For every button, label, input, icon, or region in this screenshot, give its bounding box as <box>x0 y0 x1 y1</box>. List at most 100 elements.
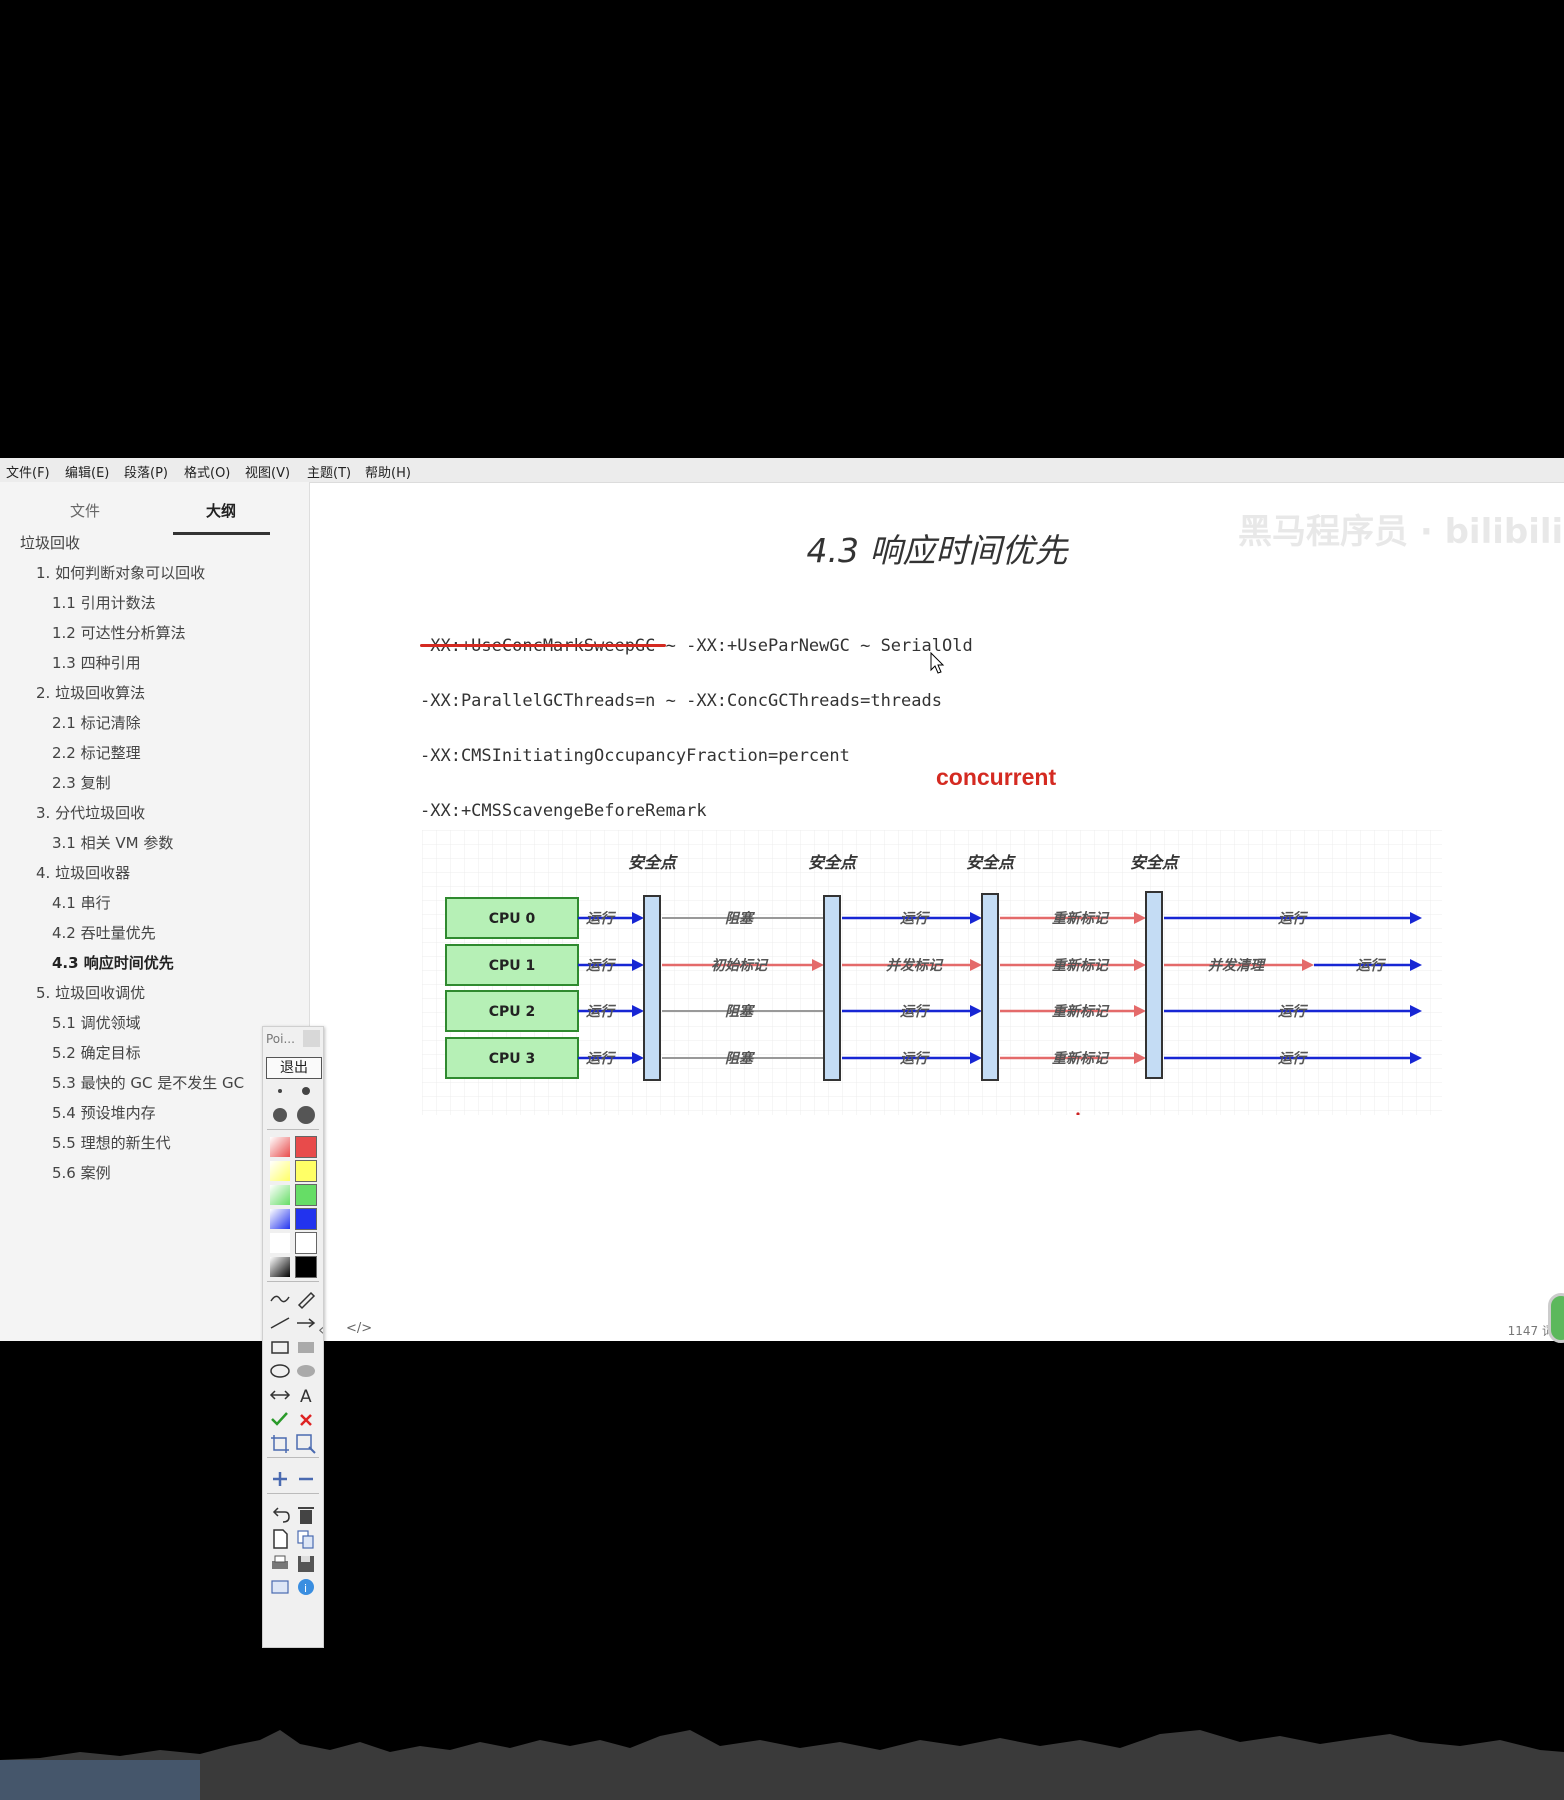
outline-item[interactable]: 4.1 串行 <box>52 892 111 913</box>
check-icon[interactable] <box>267 1407 293 1431</box>
trash-icon[interactable] <box>293 1503 319 1527</box>
blocked-line-label: 阻塞 <box>725 1003 756 1020</box>
outline-item[interactable]: 2. 垃圾回收算法 <box>36 682 145 703</box>
info-icon[interactable]: i <box>293 1575 319 1599</box>
safepoint-label: 安全点 <box>966 853 1016 872</box>
zoom-icon[interactable] <box>293 1431 319 1455</box>
mouse-cursor-icon <box>930 652 945 674</box>
outline-item[interactable]: 5.1 调优领域 <box>52 1012 141 1033</box>
cpu-label: CPU 0 <box>489 911 536 927</box>
outline-item[interactable]: 5.3 最快的 GC 是不发生 GC <box>52 1072 244 1093</box>
run-arrow-label: 运行 <box>900 1003 931 1020</box>
tab-outline[interactable]: 大纲 <box>206 500 236 521</box>
palette-title: Poi... <box>266 1032 295 1046</box>
outline-item[interactable]: 1.3 四种引用 <box>52 652 141 673</box>
screen-icon[interactable] <box>267 1575 293 1599</box>
plus-icon[interactable] <box>267 1467 293 1491</box>
dot-large-icon[interactable] <box>267 1103 293 1127</box>
run-arrow-label: 运行 <box>586 1050 617 1067</box>
cpu-label: CPU 2 <box>489 1004 536 1020</box>
text-icon[interactable]: A <box>293 1383 319 1407</box>
color-swatch[interactable] <box>267 1231 293 1255</box>
cpu-label: CPU 1 <box>489 958 536 974</box>
color-swatch[interactable] <box>267 1255 293 1279</box>
blocked-line-label: 阻塞 <box>725 1050 756 1067</box>
filled-ellipse-icon[interactable] <box>293 1359 319 1383</box>
run-arrow-label: 运行 <box>1278 1003 1309 1020</box>
active-tab-indicator <box>173 532 270 535</box>
color-swatch[interactable] <box>267 1207 293 1231</box>
save-icon[interactable] <box>293 1551 319 1575</box>
print-icon[interactable] <box>267 1551 293 1575</box>
palette-divider <box>267 1457 319 1458</box>
gc-arrow-label: 重新标记 <box>1052 910 1110 927</box>
color-swatch[interactable] <box>267 1183 293 1207</box>
audio-waveform <box>0 1730 1564 1800</box>
floating-handle[interactable] <box>1548 1293 1564 1343</box>
outline-item[interactable]: 5. 垃圾回收调优 <box>36 982 145 1003</box>
double-arrow-icon[interactable] <box>267 1383 293 1407</box>
run-arrow-label: 运行 <box>1278 910 1309 927</box>
outline-item[interactable]: 4. 垃圾回收器 <box>36 862 130 883</box>
outline-item-active[interactable]: 4.3 响应时间优先 <box>52 952 174 973</box>
cross-icon[interactable] <box>293 1407 319 1431</box>
run-arrow-label: 运行 <box>900 1050 931 1067</box>
menu-item-3[interactable]: 格式(O) <box>184 462 230 481</box>
safepoint-bar <box>981 893 999 1081</box>
gc-arrow-label: 并发清理 <box>1208 957 1266 974</box>
gc-arrow-label: 初始标记 <box>711 957 769 974</box>
run-arrow-label: 运行 <box>1356 957 1387 974</box>
menu-bar: 文件(F) 编辑(E) 段落(P) 格式(O) 视图(V) 主题(T) 帮助(H) <box>0 458 1564 483</box>
red-underline-mark <box>420 644 666 647</box>
outline-item[interactable]: 5.2 确定目标 <box>52 1042 141 1063</box>
menu-item-0[interactable]: 文件(F) <box>6 462 50 481</box>
concurrent-annotation: concurrent <box>936 764 1057 790</box>
outline-item[interactable]: 5.5 理想的新生代 <box>52 1132 171 1153</box>
dot-small-icon[interactable] <box>267 1079 293 1103</box>
status-bar: ‹ </> 1147 词 <box>310 1320 1564 1342</box>
cms-gc-diagram: 安全点 安全点 安全点 安全点CPU 0CPU 1CPU 2CPU 3运行运行运行运行… <box>422 830 1442 1115</box>
menu-item-4[interactable]: 视图(V) <box>245 462 290 481</box>
color-swatch[interactable] <box>267 1135 293 1159</box>
outline-item[interactable]: 3.1 相关 VM 参数 <box>52 832 173 853</box>
outline-item[interactable]: 1. 如何判断对象可以回收 <box>36 562 205 583</box>
new-page-icon[interactable] <box>267 1527 293 1551</box>
menu-item-2[interactable]: 段落(P) <box>124 462 168 481</box>
outline-item[interactable]: 5.6 案例 <box>52 1162 111 1183</box>
ellipse-icon[interactable] <box>267 1359 293 1383</box>
line-icon[interactable] <box>267 1311 293 1335</box>
crop-icon[interactable] <box>267 1431 293 1455</box>
undo-icon[interactable] <box>267 1503 293 1527</box>
outline-item[interactable]: 2.3 复制 <box>52 772 111 793</box>
outline-item[interactable]: 2.2 标记整理 <box>52 742 141 763</box>
sidebar-toggle-button[interactable]: ‹ <box>318 1320 324 1339</box>
outline-item[interactable]: 1.1 引用计数法 <box>52 592 156 613</box>
copy-icon[interactable] <box>293 1527 319 1551</box>
menu-item-6[interactable]: 帮助(H) <box>365 462 411 481</box>
outline-item[interactable]: 1.2 可达性分析算法 <box>52 622 186 643</box>
outline-item[interactable]: 垃圾回收 <box>20 532 80 553</box>
menu-item-5[interactable]: 主题(T) <box>307 462 351 481</box>
freehand-icon[interactable] <box>267 1287 293 1311</box>
outline-item[interactable]: 2.1 标记清除 <box>52 712 141 733</box>
code-line-2: -XX:ParallelGCThreads=n ~ -XX:ConcGCThre… <box>420 691 942 711</box>
gc-arrow-label: 并发标记 <box>886 957 944 974</box>
outline-item[interactable]: 4.2 吞吐量优先 <box>52 922 156 943</box>
menu-item-1[interactable]: 编辑(E) <box>65 462 109 481</box>
safepoint-label: 安全点 <box>1130 853 1180 872</box>
run-arrow-label: 运行 <box>900 910 931 927</box>
safepoint-label: 安全点 <box>628 853 678 872</box>
run-arrow-label: 运行 <box>586 1003 617 1020</box>
rectangle-icon[interactable] <box>267 1335 293 1359</box>
color-swatch[interactable] <box>267 1159 293 1183</box>
typora-window: 文件(F) 编辑(E) 段落(P) 格式(O) 视图(V) 主题(T) 帮助(H) 文件 大… <box>0 458 1564 1648</box>
run-arrow-label: 运行 <box>1278 1050 1309 1067</box>
outline-item[interactable]: 3. 分代垃圾回收 <box>36 802 145 823</box>
outline-item[interactable]: 5.4 预设堆内存 <box>52 1102 156 1123</box>
palette-divider <box>267 1493 319 1494</box>
source-mode-button[interactable]: </> <box>346 1321 372 1336</box>
cpu-label: CPU 3 <box>489 1051 536 1067</box>
run-arrow-label: 运行 <box>586 910 617 927</box>
minus-icon[interactable] <box>293 1467 319 1491</box>
tab-files[interactable]: 文件 <box>70 500 100 521</box>
